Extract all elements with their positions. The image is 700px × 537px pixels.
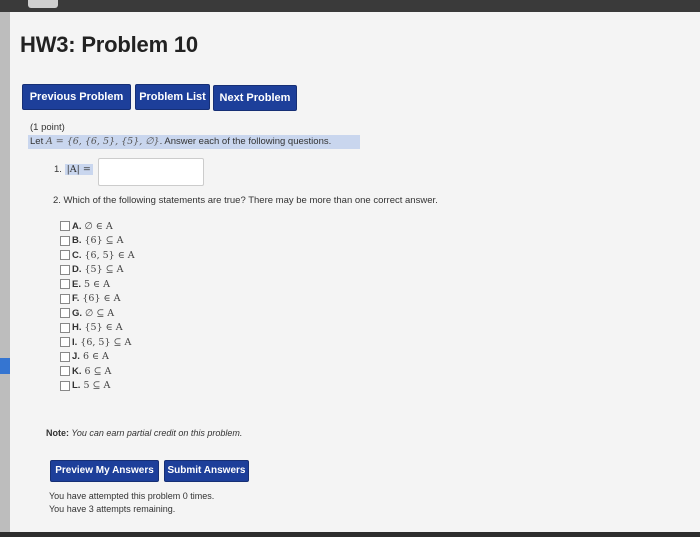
- checkbox[interactable]: [60, 264, 70, 275]
- checkbox[interactable]: [60, 250, 70, 261]
- checkbox[interactable]: [60, 279, 70, 290]
- option-statement: 5 ∈ A: [83, 278, 110, 290]
- option-statement: ∅ ⊆ A: [85, 307, 115, 319]
- option-letter: F.: [72, 293, 80, 305]
- checkbox[interactable]: [60, 366, 70, 377]
- remaining-text: You have 3 attempts remaining.: [49, 504, 176, 514]
- option-letter: A.: [72, 220, 82, 232]
- cardinality-answer-input[interactable]: [98, 158, 204, 186]
- option-statement: ∅ ∈ A: [84, 220, 113, 232]
- option-letter: D.: [72, 264, 82, 276]
- option-l[interactable]: L. 5 ⊆ A: [60, 379, 135, 394]
- options-list: A. ∅ ∈ A B. {6} ⊆ A C. {6, 5} ∈ A D. {5} ⊆ A…: [60, 219, 135, 393]
- submit-answers-button[interactable]: Submit Answers: [164, 460, 249, 482]
- bottom-bar: [0, 532, 700, 537]
- previous-problem-button[interactable]: Previous Problem: [22, 84, 131, 110]
- option-g[interactable]: G. ∅ ⊆ A: [60, 306, 135, 321]
- option-b[interactable]: B. {6} ⊆ A: [60, 234, 135, 249]
- intro-prefix: Let: [30, 136, 46, 147]
- option-statement: 6 ⊆ A: [84, 365, 112, 377]
- option-k[interactable]: K. 6 ⊆ A: [60, 364, 135, 379]
- attempted-text: You have attempted this problem 0 times.: [49, 491, 215, 501]
- option-statement: 5 ⊆ A: [83, 380, 111, 392]
- option-f[interactable]: F. {6} ∈ A: [60, 292, 135, 307]
- question-1-number: 1.: [54, 164, 62, 175]
- page-title: HW3: Problem 10: [20, 32, 198, 57]
- option-letter: H.: [72, 322, 82, 334]
- option-letter: I.: [72, 336, 78, 348]
- option-i[interactable]: I. {6, 5} ⊆ A: [60, 335, 135, 350]
- checkbox[interactable]: [60, 380, 70, 391]
- option-letter: E.: [72, 278, 81, 290]
- next-problem-button[interactable]: Next Problem: [213, 85, 297, 111]
- option-statement: {6, 5} ∈ A: [84, 249, 135, 261]
- checkbox[interactable]: [60, 293, 70, 304]
- note-label: Note:: [46, 428, 69, 438]
- problem-list-button[interactable]: Problem List: [135, 84, 210, 110]
- option-statement: 6 ∈ A: [82, 351, 109, 363]
- preview-answers-button[interactable]: Preview My Answers: [50, 460, 159, 482]
- problem-intro: Let A = {6, {6, 5}, {5}, ∅}. Answer each…: [28, 135, 360, 149]
- checkbox[interactable]: [60, 337, 70, 348]
- option-statement: {6} ⊆ A: [84, 235, 124, 247]
- checkbox[interactable]: [60, 221, 70, 232]
- option-letter: B.: [72, 235, 82, 247]
- option-statement: {5} ⊆ A: [84, 264, 124, 276]
- attempt-info: You have attempted this problem 0 times.…: [49, 490, 214, 516]
- point-value: (1 point): [30, 122, 65, 133]
- question-1-label: 1. |A| =: [54, 164, 93, 175]
- option-a[interactable]: A. ∅ ∈ A: [60, 219, 135, 234]
- option-statement: {6, 5} ⊆ A: [80, 336, 132, 348]
- option-d[interactable]: D. {5} ⊆ A: [60, 263, 135, 278]
- option-h[interactable]: H. {5} ∈ A: [60, 321, 135, 336]
- intro-suffix: . Answer each of the following questions…: [159, 136, 332, 147]
- note-text: You can earn partial credit on this prob…: [69, 428, 243, 438]
- checkbox[interactable]: [60, 322, 70, 333]
- option-j[interactable]: J. 6 ∈ A: [60, 350, 135, 365]
- option-c[interactable]: C. {6, 5} ∈ A: [60, 248, 135, 263]
- checkbox[interactable]: [60, 308, 70, 319]
- browser-top-bar: [0, 0, 700, 12]
- option-statement: {5} ∈ A: [84, 322, 123, 334]
- option-e[interactable]: E. 5 ∈ A: [60, 277, 135, 292]
- intro-set: A = {6, {6, 5}, {5}, ∅}: [45, 136, 160, 147]
- checkbox[interactable]: [60, 235, 70, 246]
- checkbox[interactable]: [60, 351, 70, 362]
- option-letter: G.: [72, 307, 83, 319]
- option-letter: L.: [72, 380, 81, 392]
- option-statement: {6} ∈ A: [82, 293, 121, 305]
- option-letter: C.: [72, 249, 82, 261]
- question-2-text: 2. Which of the following statements are…: [53, 195, 438, 206]
- option-letter: J.: [72, 351, 80, 363]
- option-letter: K.: [72, 365, 82, 377]
- partial-credit-note: Note: You can earn partial credit on thi…: [46, 428, 242, 438]
- browser-tab[interactable]: [28, 0, 58, 8]
- cardinality-label: |A| =: [64, 164, 93, 175]
